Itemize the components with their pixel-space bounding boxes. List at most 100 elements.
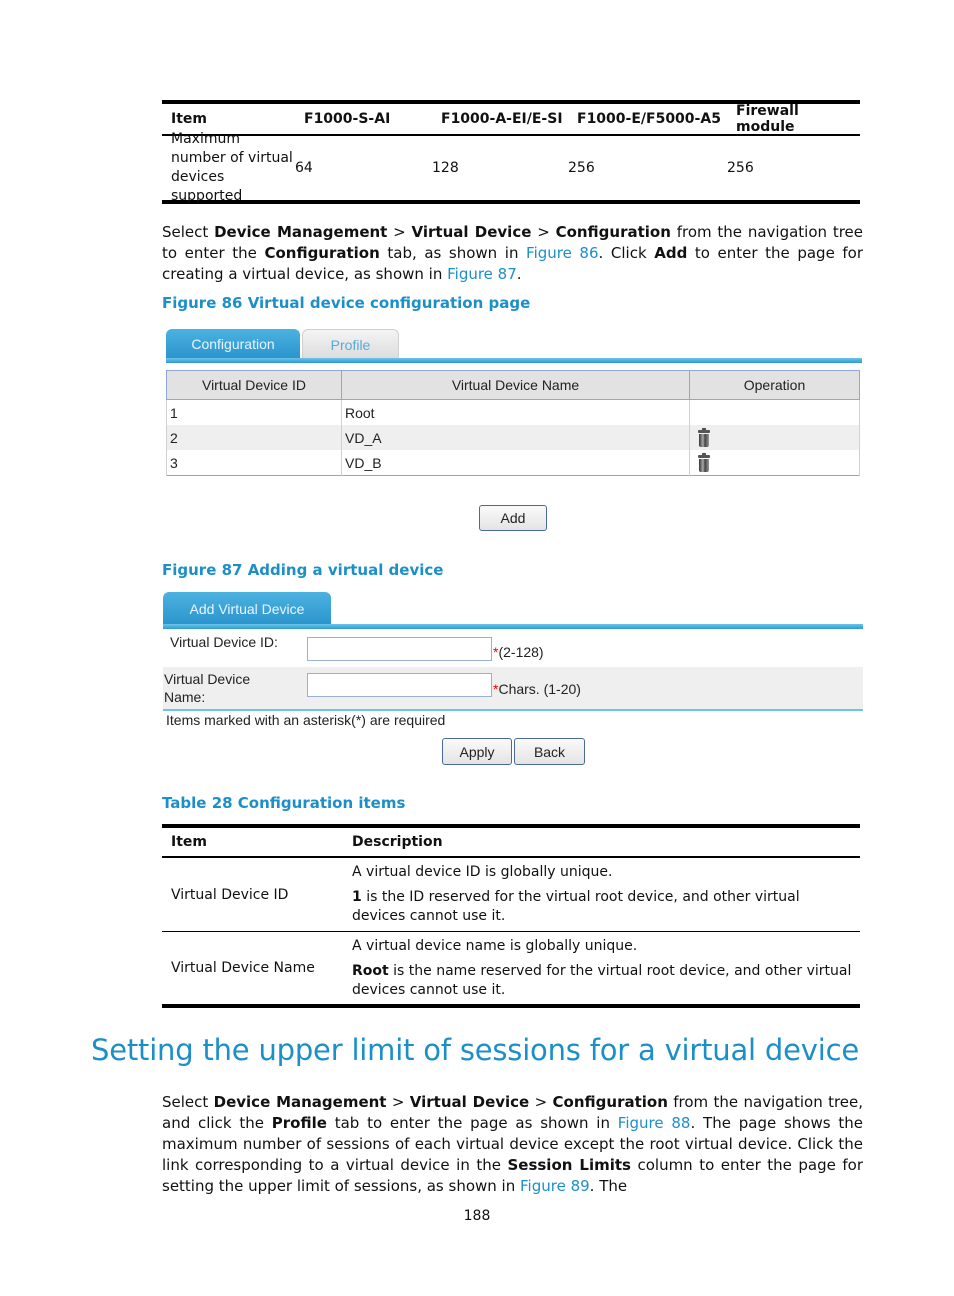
text: Select bbox=[162, 223, 215, 241]
text: . The bbox=[589, 1177, 628, 1195]
table-header-row: Virtual Device ID Virtual Device Name Op… bbox=[166, 370, 860, 400]
configuration-items-table: Item Description Virtual Device ID A vir… bbox=[162, 824, 860, 1008]
table-row: Virtual Device ID A virtual device ID is… bbox=[162, 858, 860, 931]
header-cell: Virtual Device ID bbox=[166, 370, 342, 400]
bold-text: Profile bbox=[271, 1114, 327, 1132]
trash-icon[interactable] bbox=[698, 427, 710, 447]
bold-text: Configuration bbox=[555, 223, 671, 241]
bold-text: Device Management bbox=[214, 223, 388, 241]
bold-text: Device Management bbox=[213, 1093, 387, 1111]
bold-text: Configuration bbox=[264, 244, 380, 262]
text: tab, as shown in bbox=[379, 244, 527, 262]
text: > bbox=[386, 1093, 410, 1111]
table-row: 2 VD_A bbox=[166, 425, 860, 450]
item-cell: Virtual Device ID bbox=[171, 886, 289, 903]
figure-86-link[interactable]: Figure 86 bbox=[526, 244, 598, 262]
table-cell: 128 bbox=[432, 160, 459, 176]
device-id-cell: 1 bbox=[166, 399, 342, 425]
header-cell: Virtual Device Name bbox=[341, 370, 690, 400]
apply-button[interactable]: Apply bbox=[442, 738, 512, 765]
figure-87-caption: Figure 87 Adding a virtual device bbox=[162, 561, 444, 579]
header-cell: F1000-A-EI/E-SI bbox=[441, 111, 563, 127]
figure-88-link[interactable]: Figure 88 bbox=[618, 1114, 691, 1132]
tab-profile[interactable]: Profile bbox=[302, 329, 399, 359]
bold-text: Virtual Device bbox=[409, 1093, 530, 1111]
text: > bbox=[531, 223, 556, 241]
device-id-hint: *(2-128) bbox=[493, 644, 544, 660]
operation-cell bbox=[689, 450, 860, 476]
device-name-cell: VD_A bbox=[341, 425, 690, 450]
figure-86-caption: Figure 86 Virtual device configuration p… bbox=[162, 294, 531, 312]
operation-cell bbox=[689, 425, 860, 450]
device-name-label: Virtual Device Name: bbox=[164, 671, 251, 705]
text: Select bbox=[162, 1093, 214, 1111]
table-row: 3 VD_B bbox=[166, 450, 860, 476]
bold-text: Add bbox=[654, 244, 688, 262]
table-header-row: Item Description bbox=[162, 828, 860, 858]
tab-add-virtual-device[interactable]: Add Virtual Device bbox=[163, 592, 331, 625]
bold-text: Root bbox=[352, 962, 389, 979]
header-cell: F1000-S-AI bbox=[304, 111, 391, 127]
description-line: A virtual device name is globally unique… bbox=[352, 937, 638, 954]
text: . Click bbox=[598, 244, 655, 262]
section-heading: Setting the upper limit of sessions for … bbox=[91, 1033, 859, 1067]
header-cell: Operation bbox=[689, 370, 860, 400]
item-cell: Virtual Device Name bbox=[171, 960, 315, 976]
device-name-hint: *Chars. (1-20) bbox=[493, 681, 581, 697]
text: tab to enter the page as shown in bbox=[326, 1114, 618, 1132]
table-row: Virtual Device Name A virtual device nam… bbox=[162, 931, 860, 1004]
text: . bbox=[516, 265, 522, 283]
virtual-device-table: Virtual Device ID Virtual Device Name Op… bbox=[166, 370, 860, 476]
table-row: 1 Root bbox=[166, 399, 860, 425]
table-cell: 64 bbox=[295, 160, 313, 176]
form-row-device-name: Virtual Device Name: *Chars. (1-20) bbox=[163, 667, 863, 709]
description-line: 1 is the ID reserved for the virtual roo… bbox=[352, 888, 852, 926]
required-note: Items marked with an asterisk(*) are req… bbox=[166, 712, 446, 728]
table-28-caption: Table 28 Configuration items bbox=[162, 794, 406, 812]
spec-table: Item F1000-S-AI F1000-A-EI/E-SI F1000-E/… bbox=[162, 100, 860, 204]
description-line: Root is the name reserved for the virtua… bbox=[352, 962, 852, 1000]
tab-configuration[interactable]: Configuration bbox=[166, 329, 300, 359]
hint-text: Chars. (1-20) bbox=[498, 681, 581, 697]
figure-87-link[interactable]: Figure 87 bbox=[447, 265, 517, 283]
device-name-cell: Root bbox=[341, 399, 690, 425]
device-name-cell: VD_B bbox=[341, 450, 690, 476]
bold-text: Configuration bbox=[552, 1093, 668, 1111]
text: is the ID reserved for the virtual root … bbox=[352, 889, 800, 924]
tab-underline bbox=[166, 358, 862, 363]
table-cell: 256 bbox=[727, 160, 754, 176]
device-name-input[interactable] bbox=[307, 673, 492, 697]
bold-text: Virtual Device bbox=[411, 223, 532, 241]
header-cell: Item bbox=[171, 111, 207, 127]
description-cell: A virtual device name is globally unique… bbox=[352, 937, 852, 1000]
tab-bar: Configuration Profile bbox=[166, 329, 862, 363]
device-id-cell: 2 bbox=[166, 425, 342, 450]
table-cell: Maximum number of virtual devices suppor… bbox=[171, 131, 293, 204]
text: > bbox=[387, 223, 412, 241]
description-cell: A virtual device ID is globally unique. … bbox=[352, 863, 852, 926]
header-cell: Item bbox=[171, 834, 207, 850]
add-button[interactable]: Add bbox=[479, 505, 547, 531]
description-line: A virtual device ID is globally unique. bbox=[352, 864, 613, 880]
trash-icon[interactable] bbox=[698, 452, 710, 472]
table-row: Maximum number of virtual devices suppor… bbox=[162, 131, 860, 204]
header-cell: Firewall module bbox=[736, 103, 799, 135]
form-row-device-id: Virtual Device ID: *(2-128) bbox=[163, 629, 863, 667]
page-number: 188 bbox=[463, 1208, 491, 1224]
header-cell: F1000-E/F5000-A5 bbox=[577, 111, 721, 127]
bold-text: Session Limits bbox=[507, 1156, 631, 1174]
device-id-label: Virtual Device ID: bbox=[170, 634, 278, 650]
table-cell: 256 bbox=[568, 160, 595, 176]
header-cell: Description bbox=[352, 834, 443, 850]
form-divider bbox=[163, 709, 863, 711]
hint-text: (2-128) bbox=[498, 644, 544, 660]
operation-cell bbox=[689, 399, 860, 425]
figure-89-link[interactable]: Figure 89 bbox=[520, 1177, 590, 1195]
paragraph: Select Device Management > Virtual Devic… bbox=[162, 222, 863, 285]
device-id-input[interactable] bbox=[307, 637, 492, 661]
device-id-cell: 3 bbox=[166, 450, 342, 476]
paragraph: Select Device Management > Virtual Devic… bbox=[162, 1092, 863, 1197]
text: > bbox=[529, 1093, 553, 1111]
text: is the name reserved for the virtual roo… bbox=[352, 962, 852, 998]
back-button[interactable]: Back bbox=[514, 738, 585, 765]
